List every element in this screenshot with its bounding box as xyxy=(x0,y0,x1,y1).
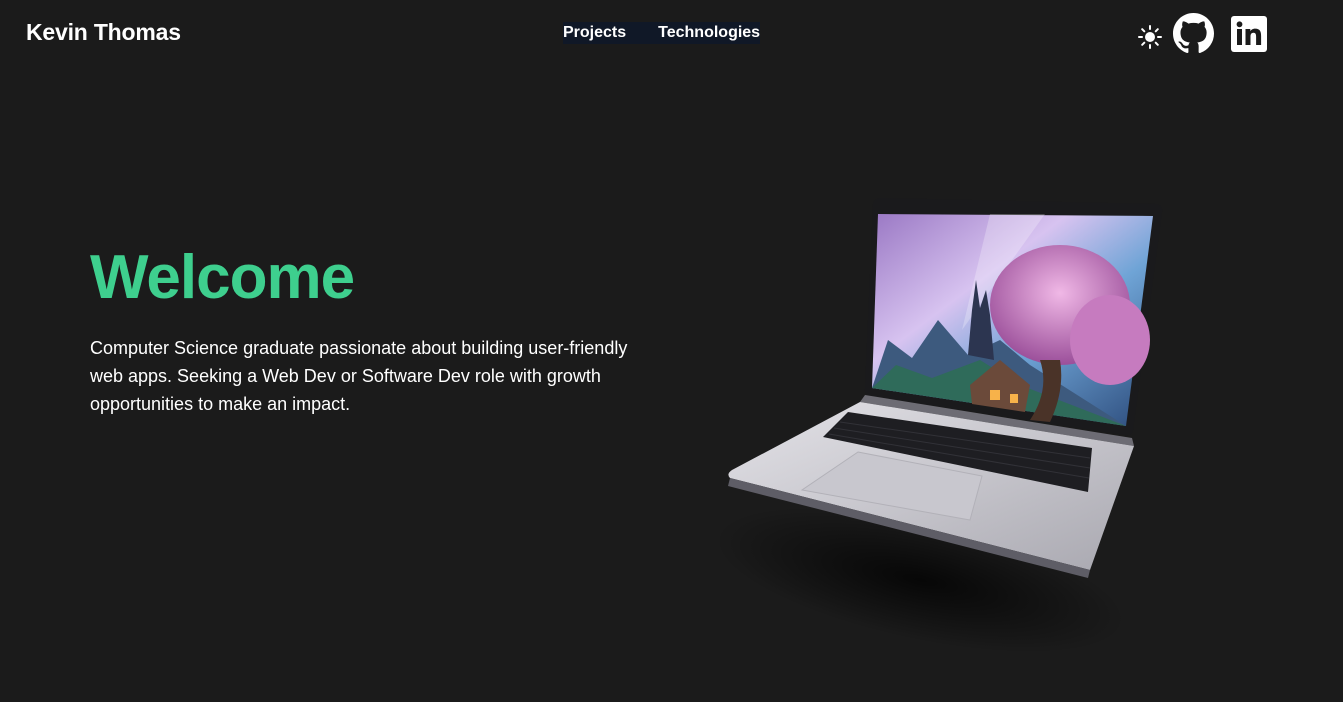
nav-link-projects[interactable]: Projects xyxy=(563,24,626,42)
linkedin-icon[interactable] xyxy=(1231,15,1267,52)
nav-link-technologies[interactable]: Technologies xyxy=(658,24,760,42)
sun-icon[interactable] xyxy=(1137,24,1163,50)
hero-title: Welcome xyxy=(90,243,355,312)
hero-intro-text: Computer Science graduate passionate abo… xyxy=(90,338,628,414)
github-icon[interactable] xyxy=(1173,13,1214,54)
brand-name-link[interactable]: Kevin Thomas xyxy=(26,19,181,46)
laptop-illustration xyxy=(700,190,1220,680)
header-icons xyxy=(1137,13,1267,54)
laptop-image xyxy=(714,198,1163,654)
main-nav: Projects Technologies xyxy=(563,22,761,44)
page: Kevin Thomas Projects Technologies Welco… xyxy=(0,0,1343,702)
